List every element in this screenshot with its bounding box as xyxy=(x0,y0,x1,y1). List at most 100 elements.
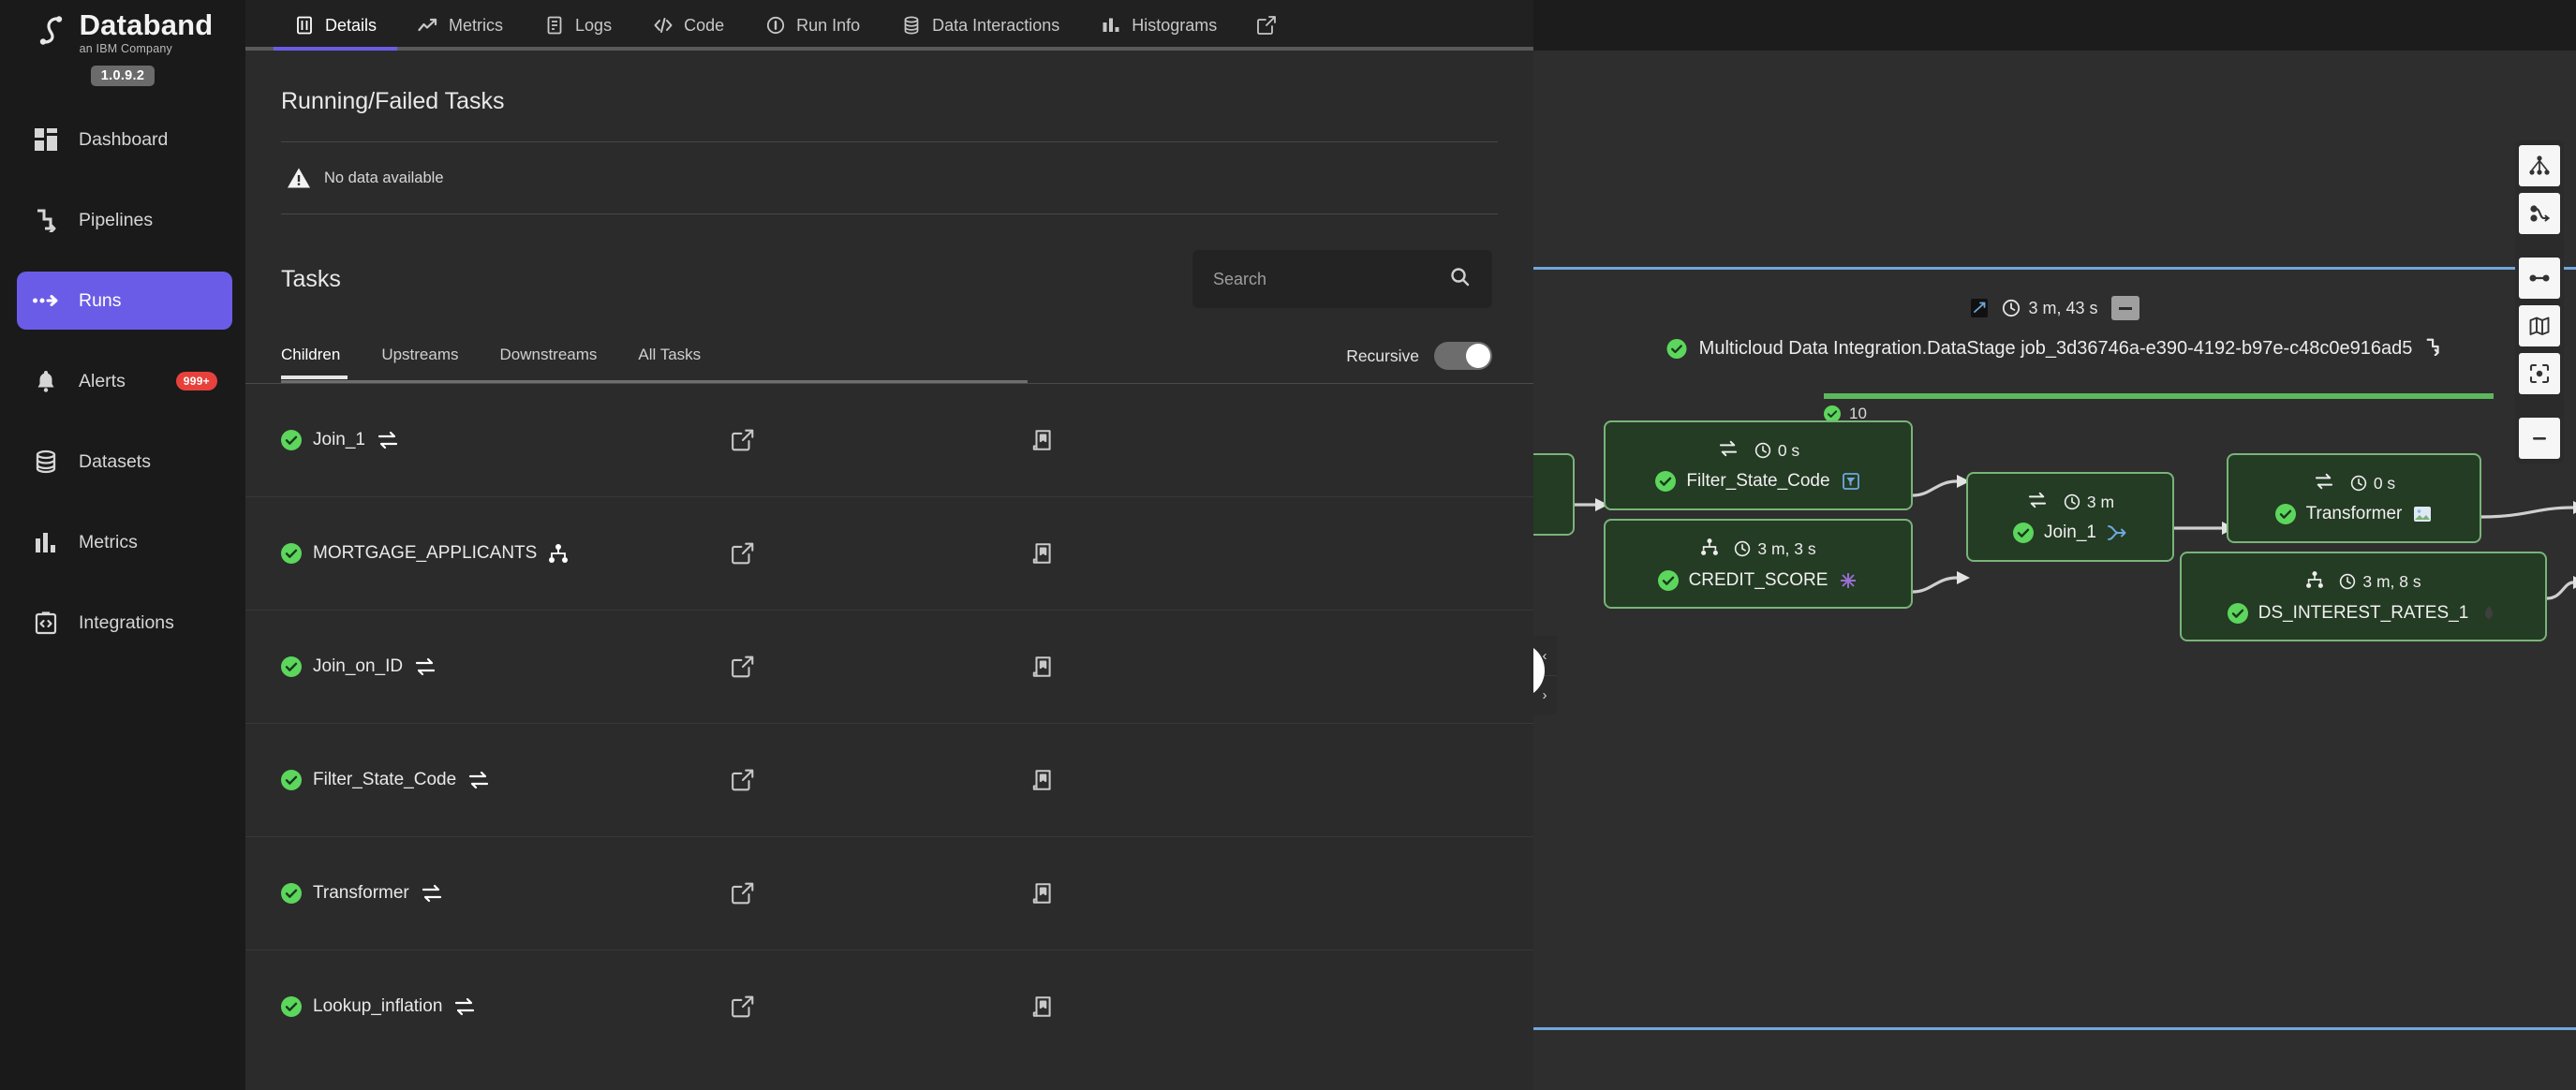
dag-canvas[interactable]: 3 m, 43 s Multicloud Data Integration.Da… xyxy=(1533,51,2576,1090)
dag-node-partial-left[interactable] xyxy=(1533,453,1575,536)
tab-label: Logs xyxy=(575,15,613,35)
group-top-border xyxy=(1533,267,2576,270)
zoom-out-button[interactable] xyxy=(2519,418,2560,459)
expand-icon[interactable] xyxy=(1970,298,1989,318)
node-label: Filter_State_Code xyxy=(1686,470,1830,491)
filter-tab-all-tasks[interactable]: All Tasks xyxy=(617,346,721,379)
table-row[interactable]: Transformer xyxy=(245,836,1533,950)
external-link-icon[interactable] xyxy=(731,768,755,792)
table-row[interactable]: Lookup_inflation xyxy=(245,950,1533,1063)
details-panel: Running/Failed Tasks No data available T… xyxy=(245,51,1533,1090)
sidebar-item-metrics[interactable]: Metrics xyxy=(17,513,232,571)
layout-hierarchy-button[interactable] xyxy=(2519,145,2560,186)
sidebar-item-pipelines[interactable]: Pipelines xyxy=(17,191,232,249)
open-external-tab[interactable] xyxy=(1237,0,1295,51)
fit-width-button[interactable] xyxy=(2519,258,2560,299)
transform-icon xyxy=(2026,492,2049,513)
search-input[interactable] xyxy=(1213,269,1440,289)
tab-metrics[interactable]: Metrics xyxy=(397,0,524,51)
notebook-icon[interactable] xyxy=(1030,655,1055,679)
databand-logo-icon xyxy=(33,14,70,52)
logs-icon xyxy=(544,15,565,36)
external-link-icon[interactable] xyxy=(731,541,755,566)
status-success-icon xyxy=(2274,503,2296,524)
chevron-right-icon: › xyxy=(1542,687,1547,703)
transform-icon xyxy=(2313,473,2335,494)
pipeline-icon xyxy=(2424,337,2443,361)
sidebar-item-dashboard[interactable]: Dashboard xyxy=(17,110,232,169)
node-label: CREDIT_SCORE xyxy=(1688,569,1828,590)
zoom-out-icon xyxy=(2528,427,2551,449)
sidebar-item-runs[interactable]: Runs xyxy=(17,272,232,330)
dag-node-transformer[interactable]: 0 s Transformer xyxy=(2227,453,2481,543)
recursive-toggle[interactable] xyxy=(1434,342,1492,370)
dag-graph-panel[interactable]: 3 m, 43 s Multicloud Data Integration.Da… xyxy=(1533,51,2576,1090)
dag-node-join-1[interactable]: 3 m Join_1 xyxy=(1966,472,2174,562)
external-link-icon[interactable] xyxy=(731,655,755,679)
snowflake-icon xyxy=(1838,571,1858,590)
external-link-icon[interactable] xyxy=(731,994,755,1019)
transform-icon xyxy=(467,770,490,790)
center-focus-button[interactable] xyxy=(2519,353,2560,394)
sidebar-item-alerts[interactable]: Alerts 999+ xyxy=(17,352,232,410)
filter-tab-downstreams[interactable]: Downstreams xyxy=(480,346,618,379)
external-link-icon[interactable] xyxy=(731,881,755,906)
tab-histograms[interactable]: Histograms xyxy=(1080,0,1237,51)
table-row[interactable]: Join_on_ID xyxy=(245,610,1533,723)
sidebar-item-datasets[interactable]: Datasets xyxy=(17,433,232,491)
notebook-icon[interactable] xyxy=(1030,428,1055,452)
minimap-button[interactable] xyxy=(2519,305,2560,346)
layout-flow-button[interactable] xyxy=(2519,193,2560,234)
center-focus-icon xyxy=(2528,362,2551,385)
sidebar-item-label: Datasets xyxy=(79,450,151,472)
notebook-icon[interactable] xyxy=(1030,541,1055,566)
group-bottom-border xyxy=(1533,1027,2576,1030)
external-link-icon[interactable] xyxy=(731,428,755,452)
sidebar-item-label: Runs xyxy=(79,289,122,311)
filter-tab-children[interactable]: Children xyxy=(281,346,361,379)
dag-node-credit-score[interactable]: 3 m, 3 s CREDIT_SCORE xyxy=(1604,519,1913,609)
app-root: Databand an IBM Company 1.0.9.2 Dashboar… xyxy=(0,0,2576,1090)
alerts-badge: 999+ xyxy=(175,372,217,390)
tab-run-info[interactable]: Run Info xyxy=(745,0,881,51)
filter-tab-upstreams[interactable]: Upstreams xyxy=(361,346,479,379)
tab-code[interactable]: Code xyxy=(632,0,745,51)
map-icon xyxy=(2528,315,2551,337)
tab-details[interactable]: Details xyxy=(274,0,398,51)
tasks-header: Tasks xyxy=(245,214,1533,308)
node-duration: 0 s xyxy=(1777,440,1800,460)
group-meta: 3 m, 43 s xyxy=(1970,296,2139,320)
hierarchy-layout-icon xyxy=(2528,155,2551,177)
group-collapse-button[interactable] xyxy=(2110,296,2139,320)
notebook-icon[interactable] xyxy=(1030,881,1055,906)
database-icon xyxy=(901,15,922,36)
tab-data-interactions[interactable]: Data Interactions xyxy=(881,0,1080,51)
table-row[interactable]: Join_1 xyxy=(245,383,1533,496)
recursive-label: Recursive xyxy=(1346,346,1419,365)
status-success-icon xyxy=(281,430,302,450)
tab-logs[interactable]: Logs xyxy=(524,0,632,51)
search-icon[interactable] xyxy=(1449,266,1472,293)
toggle-knob xyxy=(1466,344,1490,368)
group-title-row[interactable]: Multicloud Data Integration.DataStage jo… xyxy=(1666,337,2444,361)
transform-icon xyxy=(453,996,476,1017)
dag-node-ds-interest-rates-1[interactable]: 3 m, 8 s DS_INTEREST_RATES_1 xyxy=(2180,552,2547,641)
sidebar-item-label: Metrics xyxy=(79,531,138,552)
notebook-icon[interactable] xyxy=(1030,994,1055,1019)
task-filter-tabs: Children Upstreams Downstreams All Tasks… xyxy=(245,342,1533,383)
search-box[interactable] xyxy=(1192,250,1492,308)
table-row[interactable]: Filter_State_Code xyxy=(245,723,1533,836)
dag-node-filter-state-code[interactable]: 0 s Filter_State_Code xyxy=(1604,420,1913,510)
table-row[interactable]: MORTGAGE_APPLICANTS xyxy=(245,496,1533,610)
running-failed-title: Running/Failed Tasks xyxy=(281,88,505,114)
brand-name: Databand xyxy=(79,8,214,41)
sidebar-item-integrations[interactable]: Integrations xyxy=(17,594,232,652)
tab-label: Metrics xyxy=(449,15,504,35)
info-circle-icon xyxy=(765,15,786,36)
notebook-icon[interactable] xyxy=(1030,768,1055,792)
clock-icon xyxy=(2003,299,2021,317)
trend-up-icon xyxy=(418,15,438,36)
database-icon xyxy=(32,448,60,476)
transform-icon xyxy=(377,430,399,450)
transform-icon xyxy=(1717,440,1740,462)
